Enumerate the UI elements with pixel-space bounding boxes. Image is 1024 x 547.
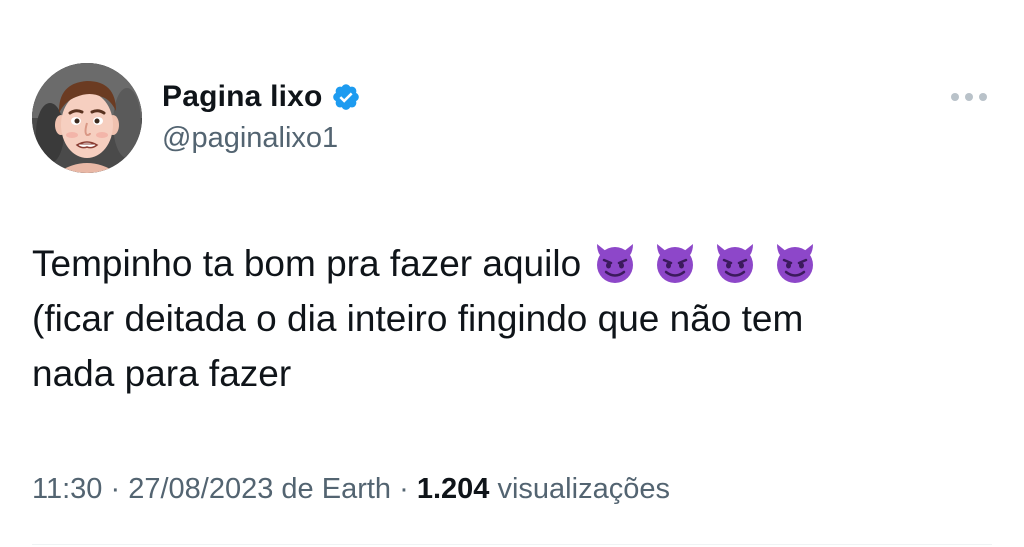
meta-separator: ·: [110, 473, 129, 505]
tweet-time[interactable]: 11:30: [32, 473, 102, 505]
views-count[interactable]: 1.204: [417, 473, 490, 505]
tweet-text-line-1-content: Tempinho ta bom pra fazer aquilo: [32, 243, 582, 284]
author-handle[interactable]: @paginalixo1: [162, 122, 338, 155]
tweet-text: Tempinho ta bom pra fazer aquilo (ficar …: [32, 236, 972, 401]
emoji-group: [591, 238, 831, 286]
meta-separator: ·: [399, 473, 417, 505]
author-name-row: Pagina lixo: [162, 78, 361, 116]
smiling-devil-emoji-icon: [597, 244, 634, 283]
tweet-source: de Earth: [281, 473, 392, 505]
tweet-text-line-3: nada para fazer: [32, 353, 292, 394]
more-options-button[interactable]: [944, 82, 994, 112]
verified-badge-icon[interactable]: [331, 82, 361, 112]
author-display-name[interactable]: Pagina lixo: [162, 80, 323, 114]
smiling-devil-emoji-icon: [777, 244, 814, 283]
tweet: Pagina lixo @paginalixo1 Tempinho ta bom…: [0, 0, 1024, 547]
tweet-text-line-2: (ficar deitada o dia inteiro fingindo qu…: [32, 298, 804, 339]
cartoon-face-avatar-icon: [32, 63, 142, 173]
more-horizontal-icon: [951, 93, 987, 101]
tweet-text-line-1: Tempinho ta bom pra fazer aquilo: [32, 236, 972, 291]
smiling-devil-emoji-icon: [717, 244, 754, 283]
avatar[interactable]: [32, 63, 142, 173]
views-label: visualizações: [497, 473, 670, 505]
tweet-date[interactable]: 27/08/2023: [128, 473, 273, 505]
smiling-devil-emoji-icon: [657, 244, 694, 283]
tweet-meta: 11:30 · 27/08/2023 de Earth · 1.204 visu…: [32, 473, 670, 506]
divider: [32, 544, 992, 545]
